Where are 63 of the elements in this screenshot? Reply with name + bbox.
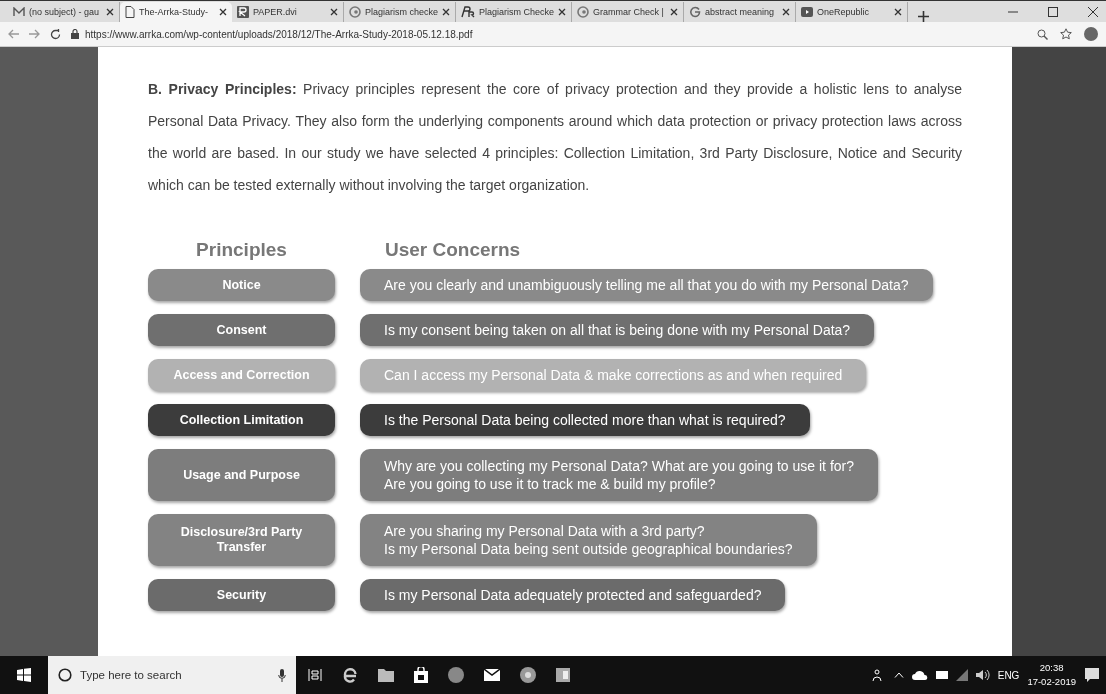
search-field[interactable]: Type here to search: [48, 656, 296, 694]
principle-label: Notice: [148, 269, 335, 301]
clock-time[interactable]: 20:38: [1039, 661, 1064, 675]
logo-icon: [461, 6, 476, 18]
forward-icon[interactable]: [29, 29, 40, 39]
windows-icon[interactable]: [17, 668, 31, 682]
concern-label: Are you clearly and unambiguously telling me all that you do with my Personal Data?: [360, 269, 933, 301]
column-heading: Principles: [195, 239, 288, 261]
reload-icon[interactable]: [50, 28, 61, 40]
close-icon[interactable]: [670, 8, 679, 16]
speaker-icon[interactable]: [975, 669, 990, 681]
close-icon[interactable]: [894, 8, 903, 16]
profile-avatar[interactable]: [1084, 27, 1098, 41]
store-icon[interactable]: [414, 667, 428, 683]
concern-label: Is my consent being taken on all that is being done with my Personal Data?: [360, 314, 875, 346]
task-view-icon[interactable]: [308, 669, 322, 681]
concern-label: Are you sharing my Personal Data with a 3rd party? Is my Personal Data being sent outside geographical boundaries?: [360, 514, 817, 566]
principle-label: Usage and Purpose: [148, 449, 335, 501]
close-icon[interactable]: [558, 8, 567, 16]
cloud-icon[interactable]: [911, 670, 928, 680]
mail-icon: [13, 7, 25, 17]
close-icon[interactable]: [106, 8, 114, 16]
close-icon[interactable]: [782, 8, 791, 16]
principle-label: Disclosure/3rd Party Transfer: [148, 514, 335, 566]
url-field[interactable]: https://www.arrka.com/wp-content/uploads/2018/12/The-Arrka-Study-2018-05.12.18.pdf: [85, 28, 473, 40]
concern-label: Can I access my Personal Data & make corrections as and when required: [360, 359, 867, 391]
folder-icon[interactable]: [378, 668, 394, 682]
close-icon[interactable]: [219, 8, 227, 16]
notification-icon[interactable]: [1084, 667, 1100, 683]
close-icon[interactable]: [1088, 7, 1098, 17]
column-heading: User Concerns: [384, 239, 522, 261]
principle-label: Access and Correction: [148, 359, 335, 391]
language-indicator[interactable]: ENG: [997, 669, 1020, 681]
chevron-up-icon[interactable]: [893, 672, 904, 678]
video-icon: [801, 7, 814, 17]
back-icon[interactable]: [8, 29, 19, 39]
browser-icon[interactable]: [342, 667, 358, 683]
mail-icon[interactable]: [484, 669, 500, 681]
logo-icon: [349, 6, 361, 18]
clock-date[interactable]: 17-02-2019: [1027, 675, 1076, 689]
zoom-icon[interactable]: [1037, 28, 1048, 40]
logo-icon: [237, 6, 249, 18]
principle-label: Security: [148, 579, 335, 611]
new-tab-icon[interactable]: [918, 11, 930, 22]
star-icon[interactable]: [1060, 28, 1072, 40]
wifi-icon[interactable]: [955, 669, 968, 681]
principle-label: Collection Limitation: [148, 404, 335, 436]
close-icon[interactable]: [330, 8, 338, 16]
concern-label: Is the Personal Data being collected more than what is required?: [360, 404, 810, 436]
circle-icon: [58, 668, 72, 682]
microphone-icon[interactable]: [278, 668, 286, 682]
concern-label: Why are you collecting my Personal Data? What are you going to use it for? Are you going to use it to track me & build my profile?: [360, 449, 878, 501]
logo-icon: [689, 6, 702, 18]
maximize-icon[interactable]: [1048, 7, 1058, 17]
principle-label: Consent: [148, 314, 335, 346]
close-icon[interactable]: [442, 8, 451, 16]
lock-icon: [71, 29, 79, 39]
document-icon: [125, 6, 135, 18]
battery-icon[interactable]: [935, 671, 948, 679]
concern-label: Is my Personal Data adequately protected and safeguarded?: [360, 579, 786, 611]
browser-tab[interactable]: The-Arrka-Study-: [120, 2, 232, 22]
paragraph: B. Privacy Principles: Privacy principles represent the core of privacy protection and they provide a holistic lens to analyse Personal Data Privacy. They also form the underlying components around which data protection or privacy protection laws across the world are based. In our study we have selected 4 principles: Collection Limitation, 3rd Party Disclosure, Notice and Security which can be tested externally without involving the target organization.: [148, 80, 962, 195]
logo-icon: [577, 6, 590, 18]
